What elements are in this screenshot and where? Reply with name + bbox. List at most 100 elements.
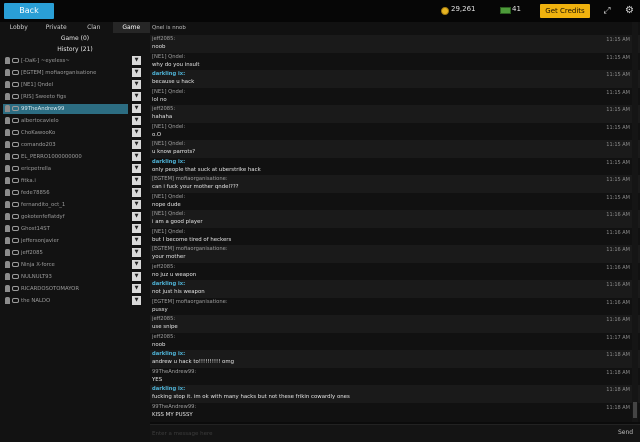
player-row[interactable]: ericpetrella ▼: [0, 163, 150, 175]
message-time: 11:18 AM: [606, 369, 630, 376]
clan-badge-icon: [12, 214, 19, 219]
player-menu-button[interactable]: ▼: [132, 104, 141, 113]
tab-private[interactable]: Private: [38, 22, 76, 33]
send-button[interactable]: Send: [618, 429, 633, 436]
player-row[interactable]: the NALDO ▼: [0, 295, 150, 307]
player-row[interactable]: ChoKawooKo ▼: [0, 127, 150, 139]
get-credits-button[interactable]: Get Credits: [540, 4, 590, 18]
message-sender[interactable]: jeff2085:: [152, 264, 175, 270]
player-row[interactable]: [NE1] Qndel ▼: [0, 79, 150, 91]
player-menu-button[interactable]: ▼: [132, 176, 141, 185]
message-sender[interactable]: [NE1] Qndel:: [152, 54, 185, 60]
player-row[interactable]: fede78856 ▼: [0, 187, 150, 199]
message-sender[interactable]: [NE1] Qndel:: [152, 141, 185, 147]
player-name: ChoKawooKo: [21, 130, 56, 136]
message-sender[interactable]: jeff2085:: [152, 334, 175, 340]
player-menu-button[interactable]: ▼: [132, 272, 141, 281]
message-sender[interactable]: darkling ix:: [152, 386, 185, 392]
message-sender[interactable]: jeff2085:: [152, 316, 175, 322]
message-sender[interactable]: [EGTEM] mofiaorganisatione:: [152, 299, 228, 305]
clan-badge-icon: [12, 118, 19, 123]
message-sender[interactable]: [EGTEM] mofiaorganisatione:: [152, 246, 228, 252]
player-row[interactable]: gokotenfeflatdyf ▼: [0, 211, 150, 223]
message-sender[interactable]: jeff2085:: [152, 36, 175, 42]
player-avatar-icon: [5, 81, 10, 88]
chat-message: [NE1] Qndel: u know parrots? 11:15 AM: [150, 140, 640, 158]
chat-scrollbar[interactable]: [632, 22, 638, 422]
player-row[interactable]: 99TheAndrew99 ▼: [0, 103, 150, 115]
message-text: noob: [152, 44, 166, 50]
player-row[interactable]: NULNULT93 ▼: [0, 271, 150, 283]
player-avatar-icon: [5, 201, 10, 208]
back-button[interactable]: Back: [4, 3, 54, 19]
player-menu-button[interactable]: ▼: [132, 260, 141, 269]
history-section-header[interactable]: History (21): [0, 44, 150, 55]
message-sender[interactable]: darkling ix:: [152, 281, 185, 287]
player-menu-button[interactable]: ▼: [132, 248, 141, 257]
game-section-header[interactable]: Game (0): [0, 33, 150, 44]
tab-game[interactable]: Game: [112, 22, 150, 33]
player-row[interactable]: jeff2085 ▼: [0, 247, 150, 259]
player-menu-button[interactable]: ▼: [132, 296, 141, 305]
player-row[interactable]: [RIS] Sweeto figs ▼: [0, 91, 150, 103]
message-sender[interactable]: 99TheAndrew99:: [152, 369, 196, 375]
player-menu-button[interactable]: ▼: [132, 128, 141, 137]
gear-icon[interactable]: ⚙: [624, 5, 635, 16]
player-menu-button[interactable]: ▼: [132, 200, 141, 209]
player-row[interactable]: EL_PERRO1000000000 ▼: [0, 151, 150, 163]
clan-badge-icon: [12, 106, 19, 111]
player-row[interactable]: albertocavielo ▼: [0, 115, 150, 127]
player-menu-button[interactable]: ▼: [132, 164, 141, 173]
player-row[interactable]: fitka.i ▼: [0, 175, 150, 187]
player-menu-button[interactable]: ▼: [132, 224, 141, 233]
message-text: why do you insult: [152, 61, 200, 68]
player-menu-button[interactable]: ▼: [132, 56, 141, 65]
message-sender[interactable]: jeff2085:: [152, 106, 175, 112]
player-menu-button[interactable]: ▼: [132, 152, 141, 161]
player-row[interactable]: jeffersonjavier ▼: [0, 235, 150, 247]
message-sender[interactable]: [NE1] Qndel:: [152, 89, 185, 95]
chat-message: [NE1] Qndel: why do you insult 11:15 AM: [150, 53, 640, 71]
message-sender[interactable]: [NE1] Qndel:: [152, 229, 185, 235]
message-sender[interactable]: [NE1] Qndel:: [152, 124, 185, 130]
message-text: KISS MY PUSSY: [152, 411, 193, 418]
expand-icon[interactable]: ⤢: [602, 6, 612, 16]
player-menu-button[interactable]: ▼: [132, 92, 141, 101]
player-menu-button[interactable]: ▼: [132, 188, 141, 197]
player-avatar-icon: [5, 285, 10, 292]
chat-message-input[interactable]: [152, 428, 612, 440]
message-sender[interactable]: darkling ix:: [152, 71, 185, 77]
message-sender[interactable]: [NE1] Qndel:: [152, 211, 185, 217]
player-menu-button[interactable]: ▼: [132, 68, 141, 77]
message-time: 11:15 AM: [606, 159, 630, 166]
player-row[interactable]: Ghost14ST ▼: [0, 223, 150, 235]
player-menu-button[interactable]: ▼: [132, 236, 141, 245]
player-menu-button[interactable]: ▼: [132, 80, 141, 89]
player-name: the NALDO: [21, 298, 51, 304]
coins-balance: 29,261: [451, 5, 476, 13]
player-row[interactable]: Ninja X-force ▼: [0, 259, 150, 271]
left-panel: Lobby Private Clan Game Game (0) History…: [0, 22, 150, 442]
player-row[interactable]: comando203 ▼: [0, 139, 150, 151]
tab-lobby[interactable]: Lobby: [0, 22, 38, 33]
player-row[interactable]: [-DaK-] ~eyeless~ ▼: [0, 55, 150, 67]
tab-clan[interactable]: Clan: [75, 22, 113, 33]
chat-scrollbar-thumb[interactable]: [633, 402, 637, 418]
message-text: but I become tired of heckers: [152, 236, 232, 243]
player-menu-button[interactable]: ▼: [132, 284, 141, 293]
player-menu-button[interactable]: ▼: [132, 140, 141, 149]
message-text: hahaha: [152, 114, 173, 120]
player-row[interactable]: [EGTEM] mofiaorganisatione ▼: [0, 67, 150, 79]
message-sender[interactable]: [EGTEM] mofiaorganisatione:: [152, 176, 228, 182]
player-avatar-icon: [5, 69, 10, 76]
message-time: 11:16 AM: [606, 247, 630, 253]
message-sender[interactable]: 99TheAndrew99:: [152, 404, 196, 410]
message-sender[interactable]: darkling ix:: [152, 159, 185, 165]
player-menu-button[interactable]: ▼: [132, 212, 141, 221]
player-name: gokotenfeflatdyf: [21, 214, 65, 220]
player-menu-button[interactable]: ▼: [132, 116, 141, 125]
player-row[interactable]: RICARDOSOTOMAYOR ▼: [0, 283, 150, 295]
message-sender[interactable]: [NE1] Qndel:: [152, 194, 185, 200]
message-sender[interactable]: darkling ix:: [152, 351, 185, 357]
player-row[interactable]: fernandito_oct_1 ▼: [0, 199, 150, 211]
